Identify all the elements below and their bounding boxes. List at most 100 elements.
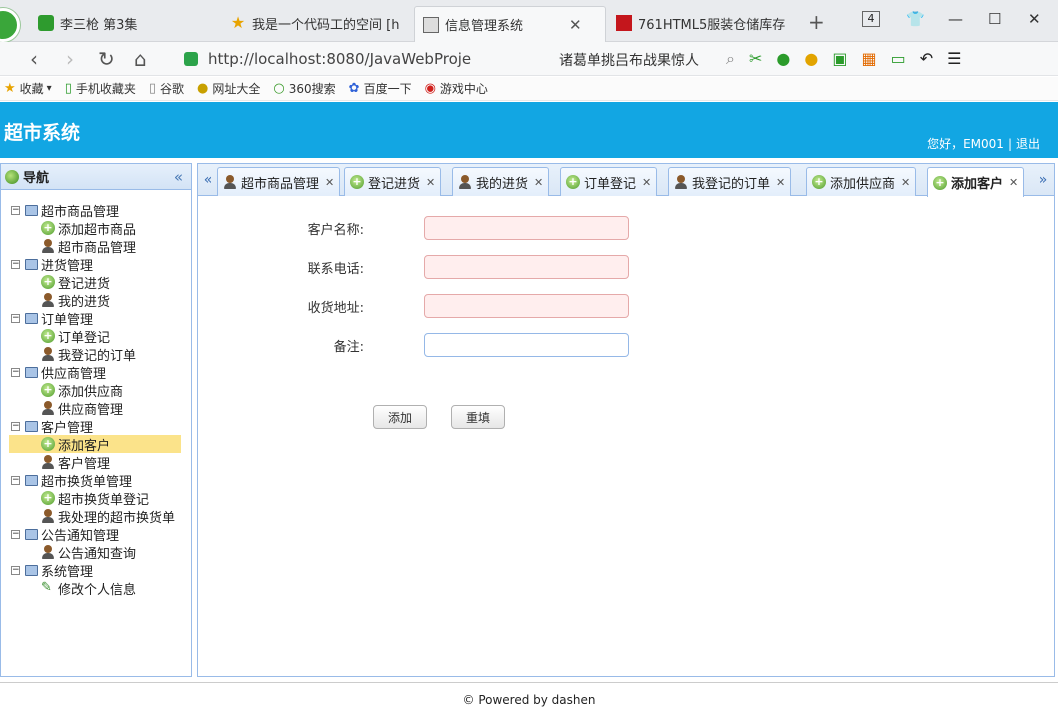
tree-item-add-customer[interactable]: + 添加客户 xyxy=(1,435,191,454)
address-label: 收货地址: xyxy=(307,301,364,316)
translate-icon[interactable]: ● xyxy=(776,49,790,69)
tab-my-purchase[interactable]: 我的进货 ✕ xyxy=(452,167,550,196)
tree-item-customer-manage[interactable]: 客户管理 xyxy=(1,453,191,472)
close-icon[interactable]: ✕ xyxy=(534,176,543,189)
browser-tabstrip: 李三枪 第3集 ★ 我是一个代码工的空间 [h 信息管理系统 ✕ 761HTML… xyxy=(0,0,1058,42)
tab-add-supplier[interactable]: + 添加供应商 ✕ xyxy=(806,167,917,196)
browser-tab-3[interactable]: 信息管理系统 ✕ xyxy=(414,6,606,42)
close-icon[interactable]: ✕ xyxy=(642,176,651,189)
tree-item-add-product[interactable]: + 添加超市商品 xyxy=(1,219,191,238)
greeting-text: 您好，EM001 xyxy=(927,137,1004,151)
battery-icon[interactable]: ▭ xyxy=(891,49,906,69)
reset-button[interactable]: 重填 xyxy=(451,405,505,429)
tree-group-suppliers[interactable]: − 供应商管理 xyxy=(1,363,191,382)
tree-item-notice-query[interactable]: 公告通知查询 xyxy=(1,543,191,562)
collapse-toggle-icon[interactable]: − xyxy=(11,367,20,377)
close-icon[interactable]: ✕ xyxy=(325,176,334,189)
tab-count-badge[interactable]: 4 xyxy=(862,11,880,27)
reload-icon[interactable]: ↻ xyxy=(98,47,115,71)
maximize-icon[interactable]: ☐ xyxy=(988,10,1001,28)
note-input[interactable] xyxy=(424,333,629,357)
tab-register-order[interactable]: + 订单登记 ✕ xyxy=(560,167,658,196)
address-input[interactable] xyxy=(424,294,629,318)
browser-tab-1[interactable]: 李三枪 第3集 xyxy=(30,6,220,40)
tree-group-system[interactable]: − 系统管理 xyxy=(1,561,191,580)
shirt-icon[interactable]: 👕 xyxy=(906,10,925,28)
collapse-icon[interactable]: « xyxy=(174,168,183,186)
tree-item-my-orders[interactable]: 我登记的订单 xyxy=(1,345,191,364)
tree-item-my-purchase[interactable]: 我的进货 xyxy=(1,291,191,310)
window-close-icon[interactable]: ✕ xyxy=(1028,10,1041,28)
tab-product-manage[interactable]: 超市商品管理 ✕ xyxy=(217,167,341,196)
tree-item-my-exchange[interactable]: 我处理的超市换货单 xyxy=(1,507,191,526)
star-icon: ★ xyxy=(230,13,246,32)
tree-group-products[interactable]: − 超市商品管理 xyxy=(1,201,191,220)
bookmark-item[interactable]: ○ 360搜索 xyxy=(273,80,335,97)
bookmark-item[interactable]: ★ 收藏 ▾ xyxy=(4,80,52,97)
close-tab-icon[interactable]: ✕ xyxy=(569,16,582,34)
collapse-toggle-icon[interactable]: − xyxy=(11,565,20,575)
collapse-toggle-icon[interactable]: − xyxy=(11,475,20,485)
undo-icon[interactable]: ↶ xyxy=(920,49,933,69)
image-icon[interactable]: ▣ xyxy=(832,49,847,69)
bookmark-item[interactable]: ▯ 谷歌 xyxy=(149,80,184,97)
new-tab-icon[interactable]: + xyxy=(808,10,825,34)
close-icon[interactable]: ✕ xyxy=(1009,176,1018,189)
browser-tab-title: 761HTML5服装仓储库存 xyxy=(638,17,786,33)
customer-name-input[interactable] xyxy=(424,216,629,240)
menu-icon[interactable]: ☰ xyxy=(947,49,961,69)
bookmark-item[interactable]: ● 网址大全 xyxy=(197,80,260,97)
bookmark-item[interactable]: ◉ 游戏中心 xyxy=(425,80,488,97)
phone-input[interactable] xyxy=(424,255,629,279)
tree-item-add-supplier[interactable]: + 添加供应商 xyxy=(1,381,191,400)
close-icon[interactable]: ✕ xyxy=(426,176,435,189)
computer-icon xyxy=(25,312,38,324)
tree-group-purchase[interactable]: − 进货管理 xyxy=(1,255,191,274)
back-icon[interactable]: ‹ xyxy=(30,47,38,71)
tab-my-orders[interactable]: 我登记的订单 ✕ xyxy=(668,167,792,196)
home-icon[interactable]: ⌂ xyxy=(134,47,147,71)
forward-icon[interactable]: › xyxy=(66,47,74,71)
scroll-right-icon[interactable]: » xyxy=(1034,170,1052,190)
collapse-toggle-icon[interactable]: − xyxy=(11,529,20,539)
add-icon: + xyxy=(41,491,55,505)
bookmark-item[interactable]: ▯ 手机收藏夹 xyxy=(65,80,136,97)
tree-item-product-manage[interactable]: 超市商品管理 xyxy=(1,237,191,256)
separator: | xyxy=(1007,137,1012,151)
url-field[interactable]: http://localhost:8080/JavaWebProje xyxy=(184,46,542,72)
browser-tab-4[interactable]: 761HTML5服装仓储库存 xyxy=(608,6,798,40)
search-icon[interactable]: ⌕ xyxy=(726,49,735,69)
computer-icon xyxy=(25,258,38,270)
computer-icon xyxy=(25,564,38,576)
tree-item-supplier-manage[interactable]: 供应商管理 xyxy=(1,399,191,418)
user-icon xyxy=(458,175,472,189)
coupon-icon[interactable]: ● xyxy=(804,49,818,69)
minimize-icon[interactable]: — xyxy=(948,10,963,28)
tree-group-notices[interactable]: − 公告通知管理 xyxy=(1,525,191,544)
close-icon[interactable]: ✕ xyxy=(901,176,910,189)
apps-icon[interactable]: ▦ xyxy=(861,49,876,69)
browser-search-input[interactable]: 诸葛单挑吕布战果惊人 xyxy=(559,50,699,70)
collapse-toggle-icon[interactable]: − xyxy=(11,205,20,215)
browser-tab-2[interactable]: ★ 我是一个代码工的空间 [h xyxy=(222,6,412,40)
tree-item-register-exchange[interactable]: + 超市换货单登记 xyxy=(1,489,191,508)
tree-item-register-purchase[interactable]: + 登记进货 xyxy=(1,273,191,292)
computer-icon xyxy=(25,366,38,378)
tree-group-exchange[interactable]: − 超市换货单管理 xyxy=(1,471,191,490)
logout-link[interactable]: 退出 xyxy=(1016,137,1040,151)
tab-register-purchase[interactable]: + 登记进货 ✕ xyxy=(344,167,442,196)
tree-group-customers[interactable]: − 客户管理 xyxy=(1,417,191,436)
collapse-toggle-icon[interactable]: − xyxy=(11,421,20,431)
scissors-icon[interactable]: ✂ xyxy=(749,49,762,69)
add-icon: + xyxy=(566,175,580,189)
add-button[interactable]: 添加 xyxy=(373,405,427,429)
tree-group-orders[interactable]: − 订单管理 xyxy=(1,309,191,328)
collapse-toggle-icon[interactable]: − xyxy=(11,259,20,269)
close-icon[interactable]: ✕ xyxy=(776,176,785,189)
scroll-left-icon[interactable]: « xyxy=(199,170,217,190)
tree-item-register-order[interactable]: + 订单登记 xyxy=(1,327,191,346)
tree-item-edit-profile[interactable]: ✎ 修改个人信息 xyxy=(1,579,191,598)
bookmark-item[interactable]: ✿ 百度一下 xyxy=(349,80,412,97)
tab-add-customer[interactable]: + 添加客户 ✕ xyxy=(927,167,1025,197)
collapse-toggle-icon[interactable]: − xyxy=(11,313,20,323)
